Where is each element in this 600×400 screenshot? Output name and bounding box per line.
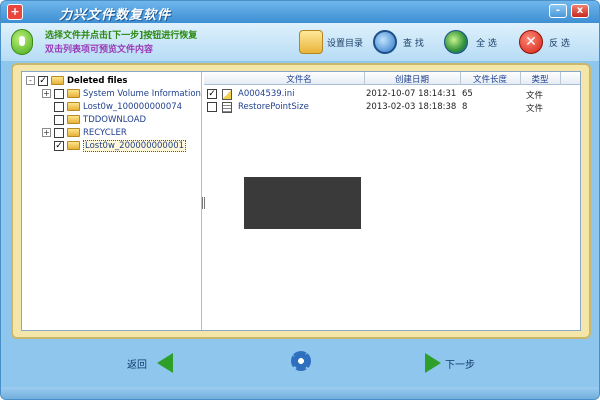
column-header-name[interactable]: 文件名 — [234, 73, 364, 85]
tree-item-lost-2[interactable]: ✓ Lost0w_200000000001 — [42, 139, 187, 152]
app-logo-icon: + — [7, 4, 23, 20]
search-button[interactable]: 查 找 — [373, 27, 424, 57]
file-row-checkbox[interactable] — [207, 102, 217, 112]
close-button[interactable]: x — [571, 4, 589, 18]
next-label: 下一步 — [445, 359, 475, 371]
tree-root-checkbox[interactable]: ✓ — [38, 75, 48, 86]
expand-toggle-icon[interactable]: + — [42, 89, 51, 98]
system-file-icon — [222, 102, 232, 113]
tree-item-system-volume[interactable]: + System Volume Information — [42, 87, 201, 100]
invert-selection-button[interactable]: ✕ 反 选 — [519, 27, 570, 57]
tree-item-checkbox[interactable]: ✓ — [54, 140, 64, 151]
tree-item-checkbox[interactable] — [54, 114, 64, 125]
folder-icon — [67, 115, 80, 124]
tree-item-recycler[interactable]: + RECYCLER — [42, 126, 127, 139]
file-row-checkbox[interactable]: ✓ — [207, 89, 217, 99]
settings-button[interactable] — [291, 351, 311, 371]
app-window: + 力兴文件数复软件 - x 选择文件并点击[下一步]按钮进行恢复 双击列表项可… — [0, 0, 600, 400]
tree-item-checkbox[interactable] — [54, 127, 64, 138]
tree-root[interactable]: - ✓ Deleted files — [26, 74, 127, 87]
file-type: 文件 — [526, 104, 544, 114]
file-type: 文件 — [526, 91, 544, 101]
tree-item-checkbox[interactable] — [54, 88, 64, 99]
minimize-button[interactable]: - — [549, 4, 567, 18]
folder-tree: - ✓ Deleted files + System Volume Inform… — [22, 72, 202, 330]
folder-icon — [67, 102, 80, 111]
file-name: A0004539.ini — [238, 89, 295, 99]
back-label: 返回 — [127, 359, 147, 371]
set-directory-label: 设置目录 — [327, 38, 364, 49]
tree-item-label: Lost0w_100000000074 — [83, 101, 183, 112]
search-label: 查 找 — [403, 38, 424, 49]
ini-file-icon — [222, 89, 232, 100]
column-header-type[interactable]: 类型 — [520, 73, 560, 85]
select-all-label: 全 选 — [476, 38, 497, 49]
toolbar: 选择文件并点击[下一步]按钮进行恢复 双击列表项可预览文件内容 设置目录 查 找… — [1, 23, 599, 61]
app-title: 力兴文件数复软件 — [59, 8, 172, 23]
collapse-toggle-icon[interactable]: - — [26, 76, 35, 85]
gear-icon — [291, 351, 311, 371]
folder-settings-icon — [299, 30, 323, 54]
file-size: 65 — [462, 89, 473, 99]
tree-item-tddownload[interactable]: TDDOWNLOAD — [42, 113, 146, 126]
file-date: 2012-10-07 18:14:31 — [366, 89, 457, 99]
next-button[interactable]: 下一步 — [425, 353, 475, 373]
folder-icon — [67, 141, 80, 150]
tree-item-label: System Volume Information — [83, 88, 201, 99]
file-row[interactable]: RestorePointSize 2013-02-03 18:18:38 8 文… — [204, 101, 580, 114]
file-date: 2013-02-03 18:18:38 — [366, 102, 457, 112]
cancel-icon: ✕ — [519, 30, 543, 54]
invert-selection-label: 反 选 — [549, 38, 570, 49]
tree-item-label: TDDOWNLOAD — [83, 114, 147, 125]
instruction-text: 选择文件并点击[下一步]按钮进行恢复 — [45, 31, 198, 41]
tree-item-label: RECYCLER — [83, 127, 127, 138]
file-list-header: 文件名 创建日期 文件长度 类型 — [204, 72, 580, 85]
set-directory-button[interactable]: 设置目录 — [299, 27, 363, 57]
folder-icon — [67, 128, 80, 137]
file-name: RestorePointSize — [238, 102, 309, 112]
status-bar — [1, 387, 599, 399]
arrow-right-icon — [425, 353, 441, 373]
expand-toggle-icon[interactable]: + — [42, 128, 51, 137]
column-header-size[interactable]: 文件长度 — [460, 73, 520, 85]
back-button[interactable]: 返回 — [127, 353, 173, 373]
tree-root-label: Deleted files — [67, 75, 128, 86]
folder-icon — [51, 76, 64, 85]
file-size: 8 — [462, 102, 468, 112]
globe-icon — [444, 30, 468, 54]
arrow-left-icon — [157, 353, 173, 373]
preview-hint-text: 双击列表项可预览文件内容 — [45, 45, 154, 55]
select-all-button[interactable]: 全 选 — [444, 27, 497, 57]
title-bar[interactable]: + 力兴文件数复软件 - x — [1, 1, 599, 23]
tree-item-label: Lost0w_200000000001 — [83, 139, 187, 152]
bottom-nav: 返回 下一步 — [1, 341, 599, 387]
tree-item-checkbox[interactable] — [54, 101, 64, 112]
tree-item-lost-1[interactable]: Lost0w_100000000074 — [42, 100, 182, 113]
search-icon — [373, 30, 397, 54]
microphone-icon — [11, 29, 33, 55]
column-header-date[interactable]: 创建日期 — [364, 73, 460, 85]
folder-icon — [67, 89, 80, 98]
column-divider[interactable] — [560, 72, 561, 85]
file-row[interactable]: ✓ A0004539.ini 2012-10-07 18:14:31 65 文件 — [204, 88, 580, 101]
redacted-overlay — [244, 177, 361, 229]
